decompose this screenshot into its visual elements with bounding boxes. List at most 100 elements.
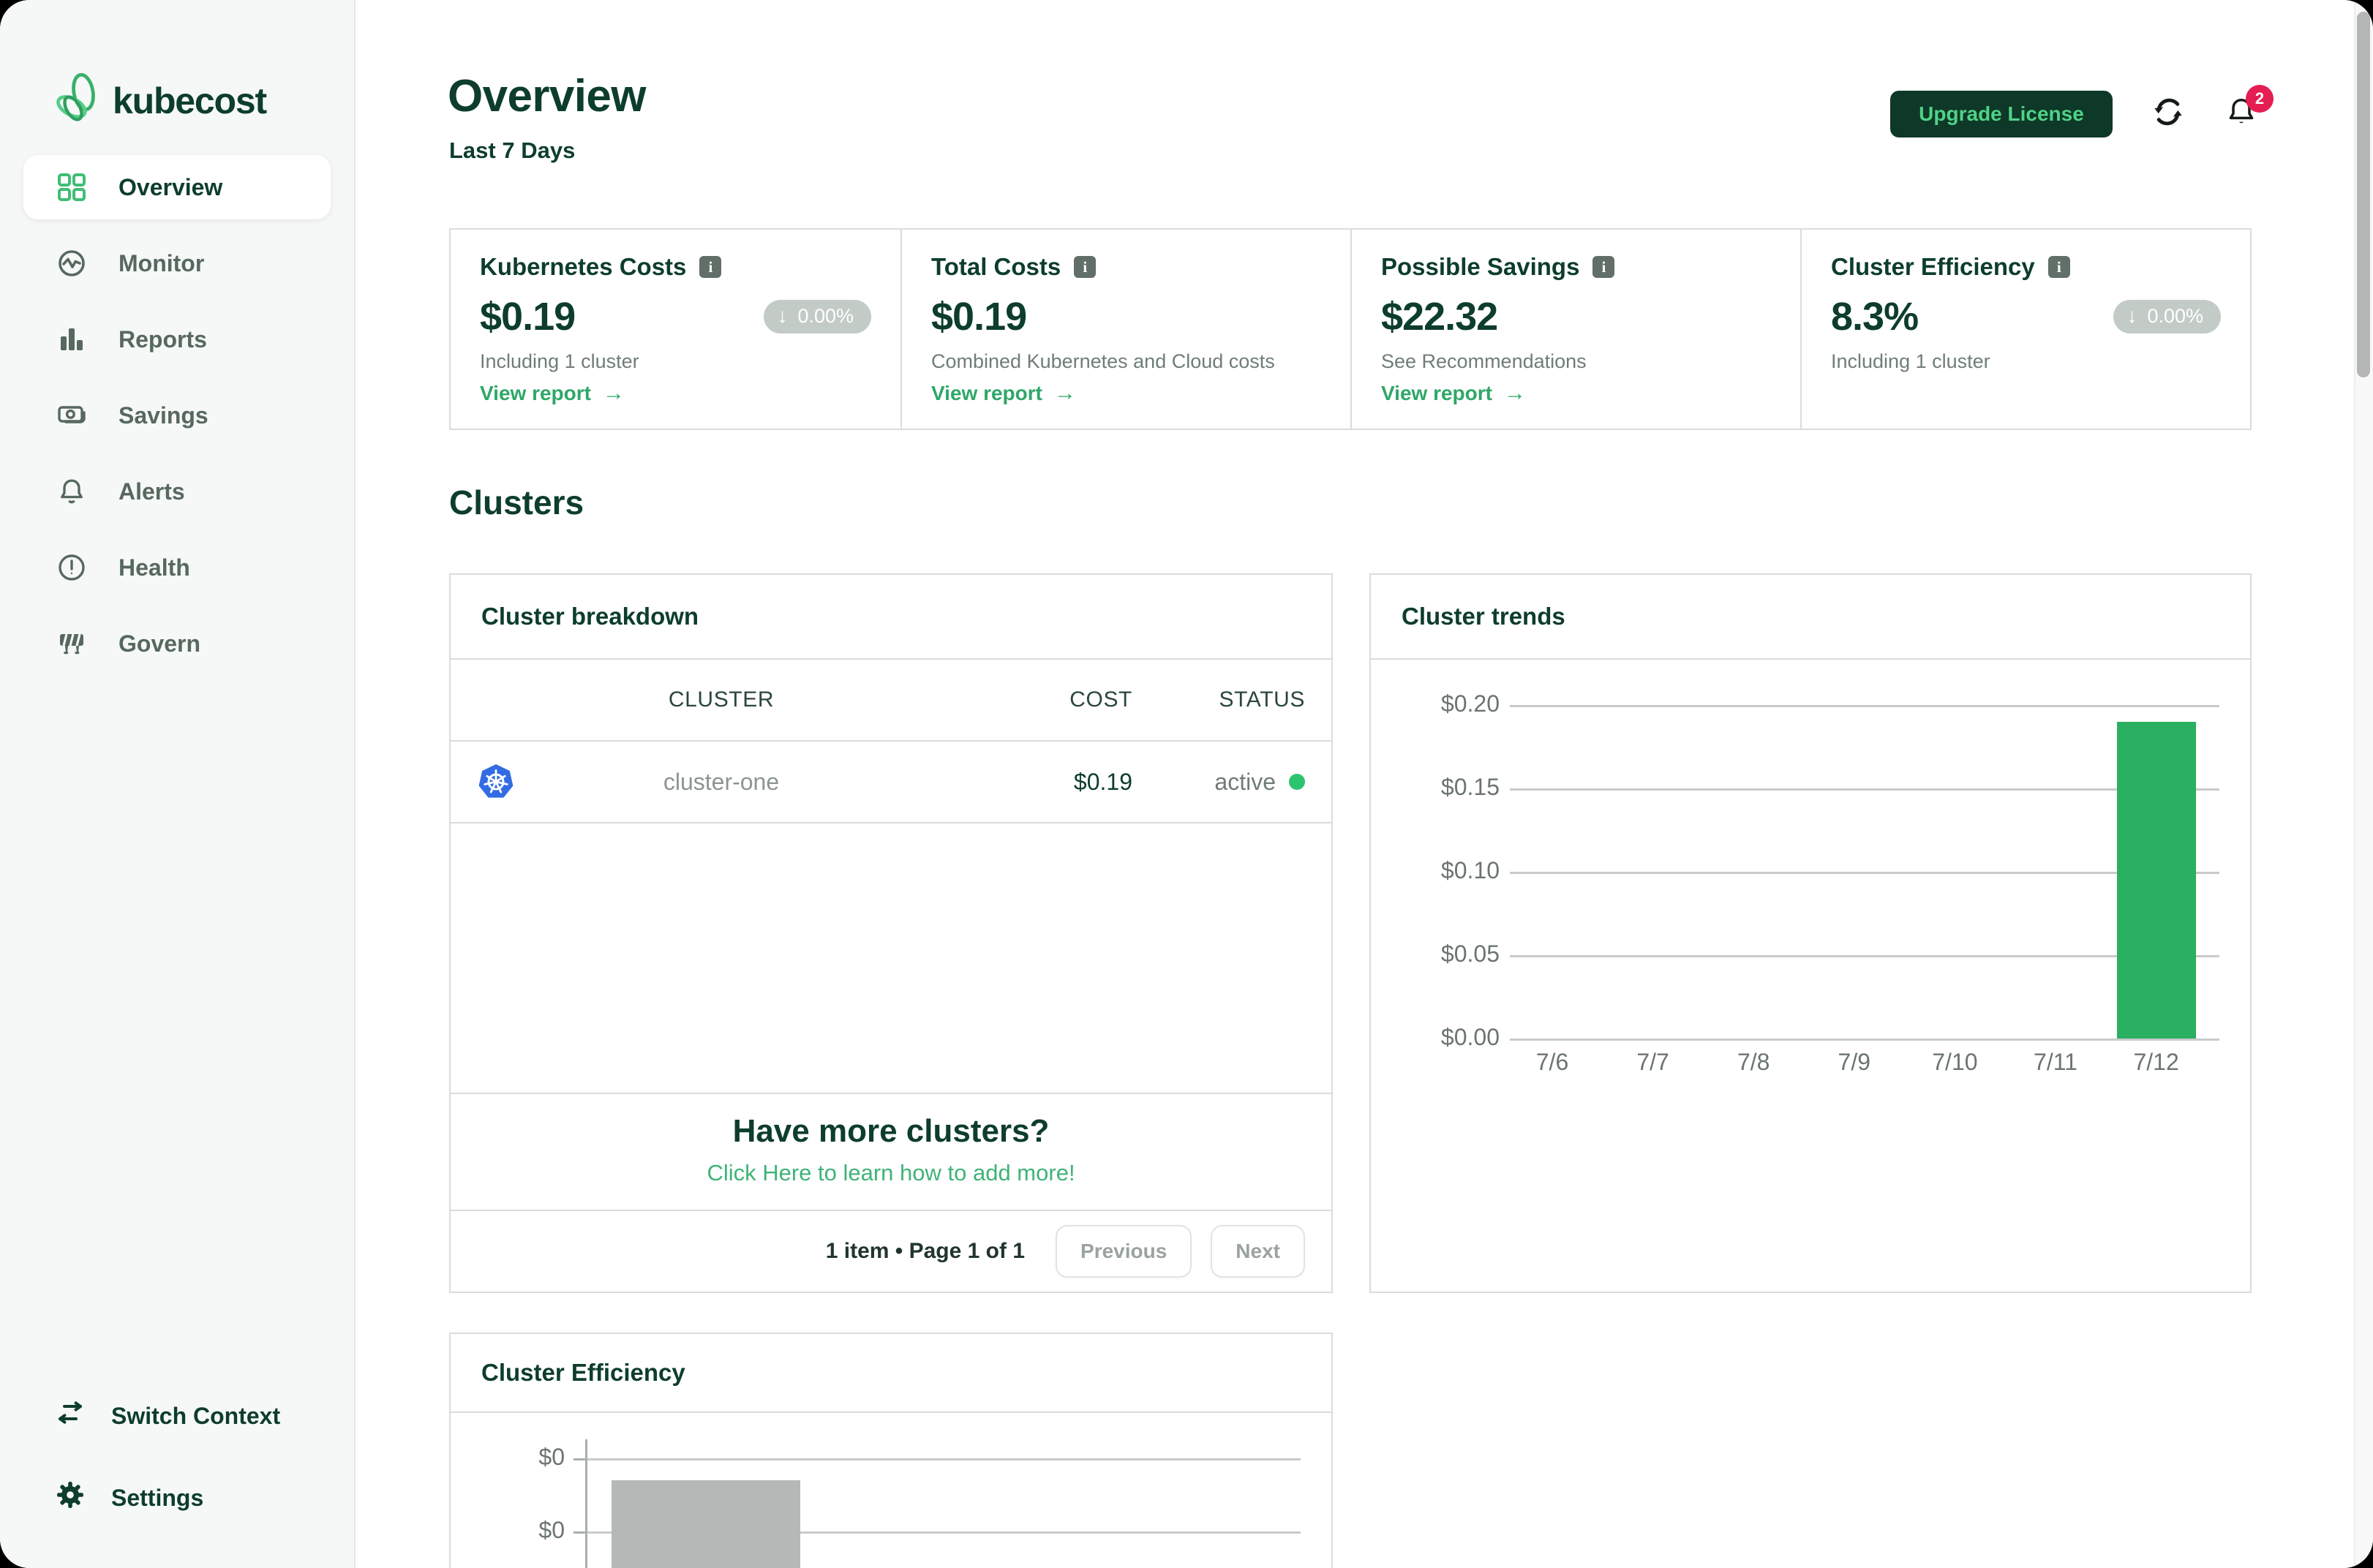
panel-title: Cluster trends xyxy=(1371,575,2250,660)
bell-icon xyxy=(57,477,86,506)
down-arrow-icon: ↓ xyxy=(777,304,788,327)
more-clusters-prompt: Have more clusters? Click Here to learn … xyxy=(451,1093,1331,1210)
axis-tick xyxy=(573,1458,585,1460)
view-report-link[interactable]: View report → xyxy=(480,379,871,408)
stat-card-kubernetes-costs: Kubernetes Costs i $0.19 ↓ 0.00% Includin… xyxy=(451,230,900,429)
sidebar-item-label: Overview xyxy=(119,173,223,200)
gridline xyxy=(1510,872,2219,874)
app-window: kubecost Overview Monitor Reports Saving… xyxy=(0,0,2373,1568)
health-alert-icon xyxy=(57,553,86,582)
sidebar-item-label: Alerts xyxy=(119,478,185,505)
gridline xyxy=(1510,955,2219,957)
card-subtitle: Combined Kubernetes and Cloud costs xyxy=(931,350,1275,372)
card-title: Total Costs xyxy=(931,253,1061,280)
y-tick-label: $0.00 xyxy=(1440,1024,1500,1050)
change-badge: ↓ 0.00% xyxy=(2113,300,2221,333)
card-value: $0.19 xyxy=(480,295,576,339)
table-row[interactable]: cluster-one $0.19 active xyxy=(451,742,1331,823)
info-icon[interactable]: i xyxy=(699,256,722,278)
next-page-button[interactable]: Next xyxy=(1211,1225,1305,1278)
y-tick-label: $0.10 xyxy=(1440,857,1500,883)
column-header-cluster: CLUSTER xyxy=(668,687,775,712)
stat-card-total-costs: Total Costs i $0.19 Combined Kubernetes … xyxy=(900,230,1350,429)
previous-page-button[interactable]: Previous xyxy=(1056,1225,1192,1278)
logo-wordmark: kubecost xyxy=(113,80,267,121)
info-icon[interactable]: i xyxy=(1074,256,1097,278)
panel-title: Cluster breakdown xyxy=(451,575,1331,660)
sidebar-item-overview[interactable]: Overview xyxy=(23,155,331,219)
info-icon[interactable]: i xyxy=(1592,256,1615,278)
sidebar: kubecost Overview Monitor Reports Saving… xyxy=(0,0,356,1568)
cluster-cost: $0.19 xyxy=(1073,768,1132,795)
x-tick-label: 7/8 xyxy=(1737,1049,1770,1075)
sidebar-item-govern[interactable]: Govern xyxy=(23,611,331,676)
status-dot-icon xyxy=(1289,774,1305,790)
y-tick-label: $0.05 xyxy=(1440,941,1500,967)
y-axis-line xyxy=(585,1439,587,1568)
grid-icon xyxy=(57,173,86,202)
sidebar-item-label: Monitor xyxy=(119,249,205,276)
y-tick-label: $0.20 xyxy=(1440,690,1500,717)
column-header-cost: COST xyxy=(1069,687,1132,712)
switch-arrows-icon xyxy=(56,1400,85,1432)
column-header-status: STATUS xyxy=(1219,687,1305,712)
sidebar-item-label: Reports xyxy=(119,325,207,353)
arrow-right-icon: → xyxy=(1053,381,1076,405)
change-badge: ↓ 0.00% xyxy=(764,300,871,333)
sidebar-item-savings[interactable]: Savings xyxy=(23,383,331,448)
stat-cards-row: Kubernetes Costs i $0.19 ↓ 0.00% Includin… xyxy=(449,228,2252,430)
card-subtitle: Including 1 cluster xyxy=(1831,350,1990,372)
arrow-right-icon: → xyxy=(602,381,625,405)
notifications-button[interactable]: 2 xyxy=(2224,85,2274,132)
y-tick-label: $0.15 xyxy=(1440,774,1500,800)
view-report-link[interactable]: View report → xyxy=(1381,379,1771,408)
view-report-link[interactable]: View report → xyxy=(931,379,1321,408)
x-tick-label: 7/10 xyxy=(1932,1049,1978,1075)
table-header-row: CLUSTER COST STATUS xyxy=(451,660,1331,742)
scrollbar-thumb[interactable] xyxy=(2357,12,2370,377)
sidebar-footer: Switch Context Settings xyxy=(56,1398,280,1515)
efficiency-bar xyxy=(612,1480,800,1568)
switch-context-button[interactable]: Switch Context xyxy=(56,1398,280,1433)
card-title: Possible Savings xyxy=(1381,253,1580,280)
money-icon xyxy=(57,401,86,430)
main-content: Overview Last 7 Days Upgrade License 2 K… xyxy=(356,0,2373,1568)
sidebar-item-reports[interactable]: Reports xyxy=(23,307,331,372)
sidebar-item-label: Health xyxy=(119,554,190,581)
sidebar-item-monitor[interactable]: Monitor xyxy=(23,231,331,295)
cluster-status: active xyxy=(1132,769,1331,796)
down-arrow-icon: ↓ xyxy=(2126,304,2137,327)
card-value: $22.32 xyxy=(1381,295,1498,339)
x-tick-label: 7/7 xyxy=(1636,1049,1669,1075)
card-subtitle: See Recommendations xyxy=(1381,350,1587,372)
sidebar-item-alerts[interactable]: Alerts xyxy=(23,459,331,524)
x-tick-label: 7/12 xyxy=(2133,1049,2179,1075)
kubernetes-icon xyxy=(451,763,530,801)
card-value: $0.19 xyxy=(931,295,1027,339)
settings-button[interactable]: Settings xyxy=(56,1480,280,1515)
x-tick-label: 7/6 xyxy=(1535,1049,1569,1075)
axis-tick xyxy=(573,1531,585,1534)
date-range-label: Last 7 Days xyxy=(449,137,576,163)
card-title: Kubernetes Costs xyxy=(480,253,687,280)
card-value: 8.3% xyxy=(1831,295,1919,339)
info-icon[interactable]: i xyxy=(2047,256,2070,278)
stat-card-cluster-efficiency: Cluster Efficiency i 8.3% ↓ 0.00% Includi… xyxy=(1800,230,2250,429)
kubecost-logo[interactable]: kubecost xyxy=(56,72,267,129)
refresh-button[interactable] xyxy=(2151,97,2186,132)
add-clusters-link[interactable]: Click Here to learn how to add more! xyxy=(451,1160,1331,1186)
sidebar-nav: Overview Monitor Reports Savings Alerts … xyxy=(23,155,331,687)
prompt-title: Have more clusters? xyxy=(732,1113,1050,1149)
refresh-icon xyxy=(2151,95,2185,134)
upgrade-license-button[interactable]: Upgrade License xyxy=(1890,91,2113,137)
notification-count-badge: 2 xyxy=(2246,85,2274,113)
gear-icon xyxy=(56,1480,85,1515)
gridline xyxy=(1510,1039,2219,1041)
sidebar-item-health[interactable]: Health xyxy=(23,535,331,600)
cluster-trends-panel: Cluster trends $0.00 $0.05 $0.10 $0.15 $0.20… xyxy=(1369,573,2252,1293)
card-title: Cluster Efficiency xyxy=(1831,253,2035,280)
cluster-breakdown-panel: Cluster breakdown CLUSTER COST STATUS cl… xyxy=(449,573,1333,1293)
pagination-bar: 1 item • Page 1 of 1 Previous Next xyxy=(451,1210,1331,1292)
gridline xyxy=(1510,788,2219,791)
trend-bar xyxy=(2116,721,2196,1039)
